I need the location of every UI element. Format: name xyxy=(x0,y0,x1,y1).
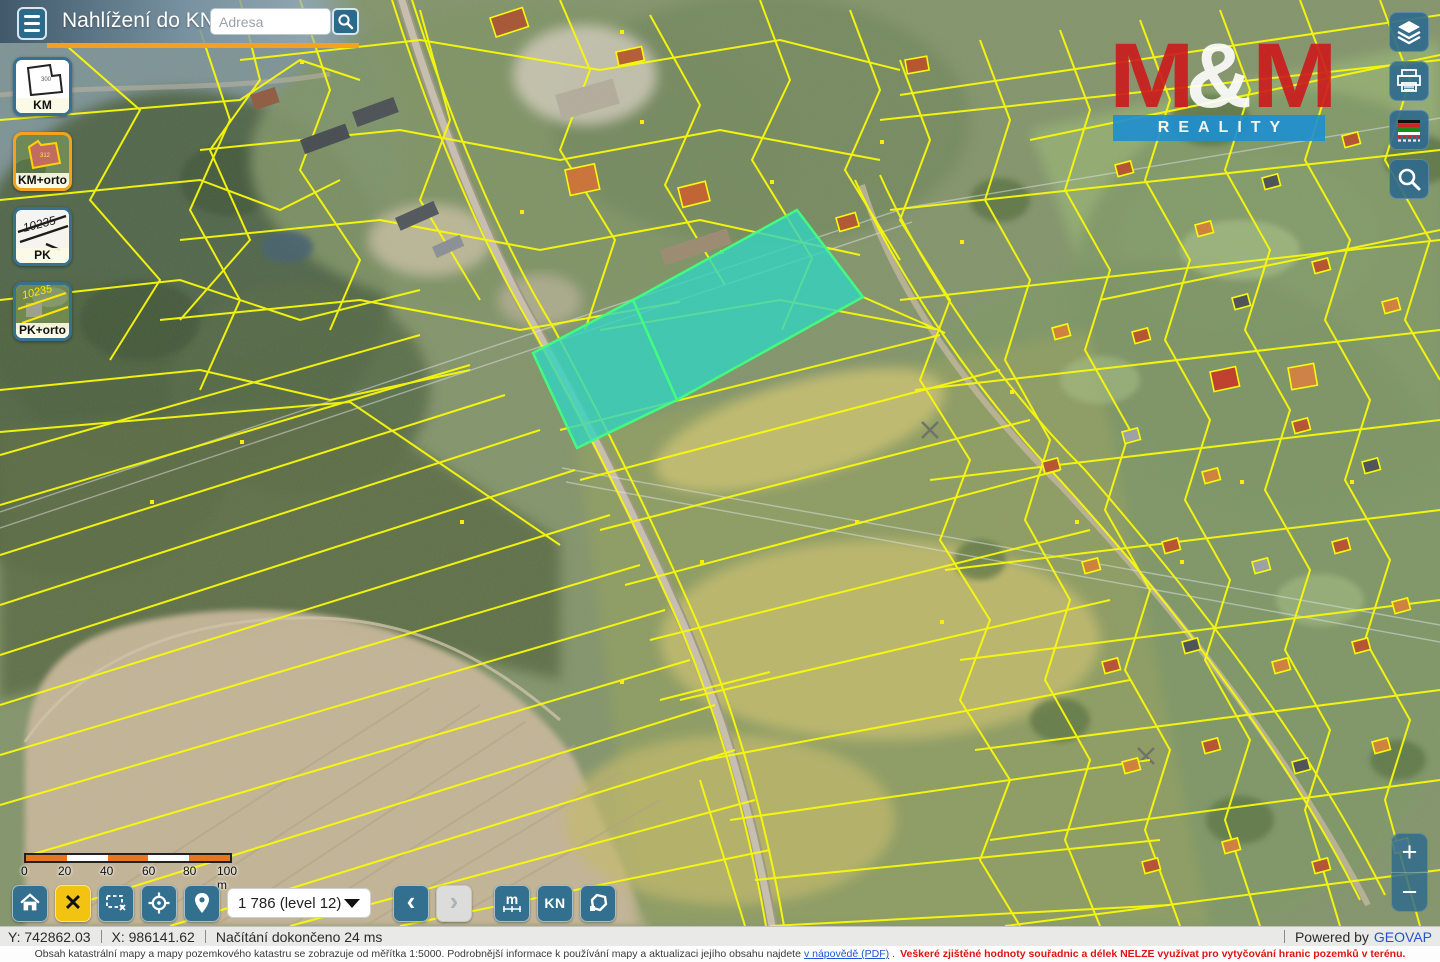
measure-button[interactable]: m xyxy=(494,885,530,922)
powered-by-label: Powered by xyxy=(1295,929,1369,945)
zoom-level-select[interactable]: 1 786 (level 12) xyxy=(227,888,371,918)
coordinate-y: Y: 742862.03 xyxy=(8,929,91,945)
kn-info-button[interactable]: KN xyxy=(537,885,573,922)
map-search-button[interactable] xyxy=(1389,159,1429,199)
page-title: Nahlížení do KN xyxy=(62,9,215,33)
legend-button[interactable] xyxy=(1389,110,1429,150)
coordinate-x: X: 986141.62 xyxy=(112,929,195,945)
layer-button-km-orto[interactable]: 312 KM+orto xyxy=(13,132,72,191)
zoom-level-value: 1 786 (level 12) xyxy=(238,895,341,912)
disclaimer-period: . xyxy=(892,948,895,960)
divider xyxy=(1284,930,1285,943)
x-icon: ✕ xyxy=(64,890,82,916)
magnifier-icon xyxy=(1396,166,1422,192)
map-canvas[interactable] xyxy=(0,0,1440,926)
polygon-icon xyxy=(586,892,610,914)
select-area-button[interactable] xyxy=(98,885,134,922)
chevron-right-icon: › xyxy=(450,891,459,911)
layer-switcher: 300 KM 312 KM+orto 10235 PK xyxy=(13,57,72,341)
polygon-button[interactable] xyxy=(580,885,616,922)
status-bar: Y: 742862.03 X: 986141.62 Načítání dokon… xyxy=(0,926,1440,946)
app-window: M & M REALITY Nahlížení do KN 300 xyxy=(0,0,1440,962)
map-tool-stack xyxy=(1389,12,1429,199)
scale-bar-segments xyxy=(24,853,232,863)
load-status: Načítání dokončeno 24 ms xyxy=(216,929,383,945)
layer-thumb-label: 300 xyxy=(41,77,52,83)
history-forward-button: › xyxy=(436,885,472,922)
menu-button[interactable] xyxy=(17,7,47,40)
scale-bar-labels: 0 20 40 60 80 100 m xyxy=(24,863,244,877)
scale-bar: 0 20 40 60 80 100 m xyxy=(24,853,244,877)
disclaimer-text: Obsah katastrální mapy a mapy pozemkovéh… xyxy=(35,948,801,960)
layer-button-pk-orto[interactable]: 10235 PK+orto xyxy=(13,282,72,341)
photo-grain xyxy=(0,0,1440,926)
crosshair-icon xyxy=(147,891,171,915)
map-pin-icon xyxy=(192,891,212,915)
magnifier-icon xyxy=(337,13,354,30)
map-viewport[interactable]: M & M REALITY Nahlížení do KN 300 xyxy=(0,0,1440,926)
divider xyxy=(205,930,206,943)
layer-button-pk[interactable]: 10235 PK xyxy=(13,207,72,266)
ruler-icon: m xyxy=(501,894,523,913)
layer-thumb-label: 312 xyxy=(40,153,51,159)
print-button[interactable] xyxy=(1389,61,1429,101)
chevron-left-icon: ‹ xyxy=(407,891,416,911)
search-button[interactable] xyxy=(332,8,359,35)
layers-button[interactable] xyxy=(1389,12,1429,52)
layer-button-km[interactable]: 300 KM xyxy=(13,57,72,116)
zoom-control: + − xyxy=(1391,833,1428,912)
chevron-down-icon xyxy=(344,899,360,908)
geovap-link[interactable]: GEOVAP xyxy=(1374,929,1432,945)
disclaimer-bar: Obsah katastrální mapy a mapy pozemkovéh… xyxy=(0,946,1440,962)
locate-button[interactable] xyxy=(141,885,177,922)
legend-icon xyxy=(1396,117,1422,143)
bottom-toolbar: ✕ 1 7 xyxy=(12,884,616,922)
home-icon xyxy=(19,892,41,914)
close-selection-button[interactable]: ✕ xyxy=(55,885,91,922)
header-accent-line xyxy=(47,43,359,48)
divider xyxy=(101,930,102,943)
pin-button[interactable] xyxy=(184,885,220,922)
history-back-button[interactable]: ‹ xyxy=(393,885,429,922)
printer-icon xyxy=(1396,68,1422,94)
layers-icon xyxy=(1396,19,1422,45)
zoom-out-button[interactable]: − xyxy=(1391,873,1428,912)
help-pdf-link[interactable]: v nápovědě (PDF) xyxy=(804,948,889,960)
disclaimer-warning: Veškeré zjištěné hodnoty souřadnic a dél… xyxy=(900,948,1405,960)
dashed-rectangle-icon xyxy=(104,892,128,914)
search-input[interactable] xyxy=(210,8,331,35)
home-button[interactable] xyxy=(12,885,48,922)
zoom-in-button[interactable]: + xyxy=(1391,833,1428,873)
